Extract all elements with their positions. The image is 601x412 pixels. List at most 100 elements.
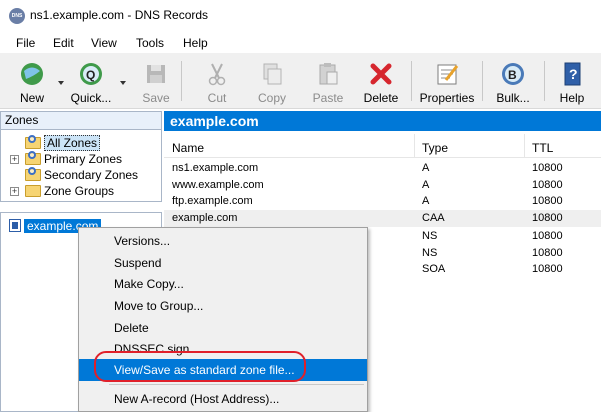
properties-button[interactable]: Properties bbox=[418, 53, 476, 109]
new-dropdown-icon[interactable] bbox=[58, 81, 64, 85]
delete-label: Delete bbox=[363, 91, 399, 105]
expand-icon[interactable]: + bbox=[10, 187, 19, 196]
copy-button[interactable]: Copy bbox=[253, 53, 291, 109]
new-label: New bbox=[19, 91, 44, 105]
tree-item-secondary-zones[interactable]: Secondary Zones bbox=[25, 167, 138, 183]
cut-label: Cut bbox=[207, 91, 227, 105]
column-divider[interactable] bbox=[524, 134, 525, 158]
menu-item-new-a-record[interactable]: New A-record (Host Address)... bbox=[79, 388, 367, 410]
zones-panel-header: Zones bbox=[0, 111, 162, 130]
record-name: ns1.example.com bbox=[172, 162, 259, 174]
record-type: A bbox=[422, 162, 430, 174]
help-label: Help bbox=[559, 91, 585, 105]
paste-label: Paste bbox=[312, 91, 344, 105]
delete-button[interactable]: Delete bbox=[360, 53, 402, 109]
tree-item-all-zones[interactable]: All Zones bbox=[25, 135, 101, 151]
toolbar: New Q Quick... Save Cut Copy Paste Delet… bbox=[0, 53, 601, 109]
properties-label: Properties bbox=[419, 91, 475, 105]
zone-file-icon bbox=[9, 219, 21, 232]
title-bar: DNS ns1.example.com - DNS Records bbox=[0, 0, 601, 31]
record-type: NS bbox=[422, 247, 438, 259]
copy-icon bbox=[258, 60, 286, 88]
menu-view[interactable]: View bbox=[91, 36, 117, 50]
record-ttl: 10800 bbox=[532, 230, 563, 242]
column-header-name[interactable]: Name bbox=[172, 141, 204, 155]
copy-label: Copy bbox=[257, 91, 286, 105]
toolbar-divider bbox=[411, 61, 412, 101]
zone-folder-icon bbox=[25, 135, 41, 149]
paste-button[interactable]: Paste bbox=[308, 53, 348, 109]
quick-label: Quick... bbox=[70, 91, 112, 105]
menu-separator bbox=[109, 384, 364, 385]
table-row[interactable]: ftp.example.com A 10800 bbox=[164, 193, 601, 210]
record-name: ftp.example.com bbox=[172, 195, 253, 207]
record-ttl: 10800 bbox=[532, 247, 563, 259]
toolbar-divider bbox=[482, 61, 483, 101]
column-header-ttl[interactable]: TTL bbox=[532, 141, 553, 155]
menu-item-make-copy[interactable]: Make Copy... bbox=[79, 273, 367, 295]
menu-item-move-to-group[interactable]: Move to Group... bbox=[79, 295, 367, 317]
column-divider[interactable] bbox=[414, 134, 415, 158]
quick-globe-icon: Q bbox=[77, 60, 105, 88]
window-title: ns1.example.com - DNS Records bbox=[30, 8, 209, 22]
menu-help[interactable]: Help bbox=[183, 36, 208, 50]
help-book-icon: ? bbox=[558, 60, 586, 88]
record-name: www.example.com bbox=[172, 179, 264, 191]
tree-item-label: Primary Zones bbox=[44, 152, 123, 166]
quick-dropdown-icon[interactable] bbox=[120, 81, 126, 85]
svg-text:Q: Q bbox=[86, 68, 95, 82]
menu-edit[interactable]: Edit bbox=[53, 36, 74, 50]
context-menu: Versions... Suspend Make Copy... Move to… bbox=[78, 227, 368, 412]
record-type: A bbox=[422, 179, 430, 191]
help-button[interactable]: ? Help bbox=[554, 53, 590, 109]
highlight-callout bbox=[94, 351, 306, 382]
record-ttl: 10800 bbox=[532, 212, 563, 224]
tree-item-primary-zones[interactable]: Primary Zones bbox=[25, 151, 122, 167]
folder-icon bbox=[25, 185, 41, 197]
red-x-icon bbox=[367, 60, 395, 88]
record-name: example.com bbox=[172, 212, 238, 224]
app-icon: DNS bbox=[9, 8, 25, 24]
record-ttl: 10800 bbox=[532, 162, 563, 174]
table-row[interactable]: www.example.com A 10800 bbox=[164, 177, 601, 194]
save-button[interactable]: Save bbox=[138, 53, 174, 109]
zone-folder-icon bbox=[25, 167, 41, 181]
record-ttl: 10800 bbox=[532, 195, 563, 207]
records-column-headers: Name Type TTL bbox=[164, 134, 601, 158]
quick-button[interactable]: Q Quick... bbox=[68, 53, 114, 109]
floppy-disk-icon bbox=[142, 60, 170, 88]
properties-icon bbox=[433, 60, 461, 88]
expand-icon[interactable]: + bbox=[10, 155, 19, 164]
table-row[interactable]: example.com CAA 10800 bbox=[164, 210, 601, 227]
svg-text:B: B bbox=[508, 68, 517, 82]
globe-icon bbox=[18, 60, 46, 88]
menu-bar: File Edit View Tools Help bbox=[0, 31, 601, 53]
menu-item-delete[interactable]: Delete bbox=[79, 317, 367, 339]
tree-item-zone-groups[interactable]: Zone Groups bbox=[25, 183, 114, 199]
record-ttl: 10800 bbox=[532, 263, 563, 275]
svg-text:?: ? bbox=[569, 66, 578, 82]
menu-item-suspend[interactable]: Suspend bbox=[79, 252, 367, 274]
menu-item-versions[interactable]: Versions... bbox=[79, 230, 367, 252]
new-button[interactable]: New bbox=[12, 53, 52, 109]
record-type: SOA bbox=[422, 263, 446, 275]
cut-button[interactable]: Cut bbox=[200, 53, 234, 109]
tree-item-label: Secondary Zones bbox=[44, 168, 139, 182]
record-ttl: 10800 bbox=[532, 179, 563, 191]
toolbar-divider bbox=[544, 61, 545, 101]
bulk-label: Bulk... bbox=[496, 91, 530, 105]
clipboard-icon bbox=[314, 60, 342, 88]
table-row[interactable]: ns1.example.com A 10800 bbox=[164, 160, 601, 177]
save-label: Save bbox=[142, 91, 170, 105]
zones-tree: All Zones + Primary Zones Secondary Zone… bbox=[0, 130, 162, 202]
bulk-button[interactable]: B Bulk... bbox=[492, 53, 534, 109]
tree-item-label: All Zones bbox=[44, 135, 101, 151]
records-panel-header: example.com bbox=[164, 111, 601, 131]
menu-file[interactable]: File bbox=[16, 36, 35, 50]
scissors-icon bbox=[203, 60, 231, 88]
menu-tools[interactable]: Tools bbox=[136, 36, 164, 50]
column-header-type[interactable]: Type bbox=[422, 141, 448, 155]
bulk-globe-icon: B bbox=[499, 60, 527, 88]
toolbar-divider bbox=[181, 61, 182, 101]
record-type: CAA bbox=[422, 212, 445, 224]
